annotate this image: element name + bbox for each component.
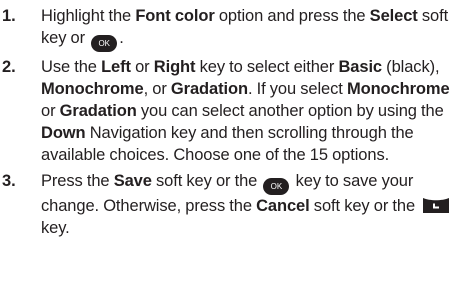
gradation-term: Gradation [59,102,137,120]
monochrome-term: Monochrome [346,80,450,98]
basic-term: Basic [338,58,382,76]
ok-key-icon: OK [263,178,290,195]
step-text: or [41,102,60,120]
ok-key-icon: OK [91,35,118,52]
step-text: or [130,58,154,76]
select-term: Select [369,7,418,25]
save-term: Save [113,172,152,190]
step-text: Press the [41,172,114,190]
left-term: Left [101,58,131,76]
instruction-steps: 1. Highlight the Font color option and pr… [0,0,467,239]
cancel-term: Cancel [256,197,310,215]
step-3: 3. Press the Save soft key or the OK key … [0,170,467,239]
step-text: . [119,29,124,47]
gradation-term: Gradation [170,80,248,98]
clear-key-shape [423,198,450,213]
step-text: (black), [382,58,440,76]
step-text: you can select another option by using t… [136,102,444,120]
step-text: Navigation key and then scrolling throug… [41,124,414,164]
step-text: soft key or the [151,172,262,190]
step-number: 3. [2,172,16,190]
step-number: 1. [2,7,16,25]
step-text: Use the [41,58,102,76]
step-text: Highlight the [41,7,136,25]
step-text: . If you select [247,80,347,98]
step-text: key. [41,219,70,237]
step-number: 2. [2,58,16,76]
monochrome-term: Monochrome [41,80,144,98]
step-2: 2. Use the Left or Right key to select ei… [0,56,467,166]
down-term: Down [41,124,86,142]
step-text: , or [143,80,171,98]
right-term: Right [153,58,196,76]
step-text: key to select either [195,58,339,76]
clear-key-icon [421,197,451,214]
step-1: 1. Highlight the Font color option and pr… [0,5,467,52]
step-text: option and press the [214,7,370,25]
font-color-term: Font color [135,7,215,25]
step-text: soft key or the [309,197,420,215]
